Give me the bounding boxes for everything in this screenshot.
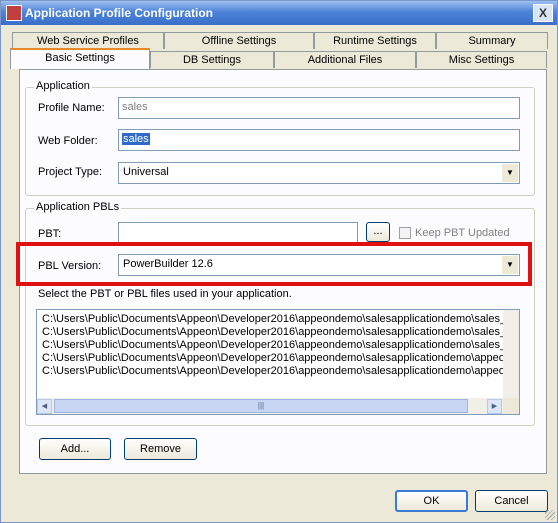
chevron-down-icon[interactable]: ▼ — [502, 164, 518, 182]
scroll-corner — [503, 398, 519, 414]
resize-grip-icon[interactable] — [545, 510, 555, 520]
list-item[interactable]: C:\Users\Public\Documents\Appeon\Develop… — [42, 313, 506, 325]
project-type-dropdown[interactable]: Universal ▼ — [118, 162, 520, 184]
keep-pbt-label: Keep PBT Updated — [415, 227, 510, 239]
scroll-thumb[interactable]: ||| — [54, 399, 468, 413]
pbt-label: PBT: — [38, 228, 62, 240]
web-folder-field[interactable]: sales — [118, 129, 520, 151]
highlight-box — [16, 242, 532, 286]
web-folder-label: Web Folder: — [38, 135, 98, 147]
horizontal-scrollbar[interactable]: ◀ ||| ▶ — [37, 398, 503, 414]
ok-button[interactable]: OK — [395, 490, 468, 512]
add-button[interactable]: Add... — [39, 438, 111, 460]
list-item[interactable]: C:\Users\Public\Documents\Appeon\Develop… — [42, 352, 505, 364]
keep-pbt-checkbox[interactable] — [399, 227, 411, 239]
tab-summary[interactable]: Summary — [436, 32, 548, 49]
dialog-window: Application Profile Configuration X Web … — [0, 0, 558, 523]
app-icon — [6, 5, 22, 21]
instruction-text: Select the PBT or PBL files used in your… — [38, 288, 292, 300]
profile-name-field[interactable]: sales — [118, 97, 520, 119]
list-item[interactable]: C:\Users\Public\Documents\Appeon\Develop… — [42, 365, 505, 377]
remove-button[interactable]: Remove — [124, 438, 197, 460]
tab-misc-settings[interactable]: Misc Settings — [416, 51, 547, 68]
tab-basic-settings[interactable]: Basic Settings — [10, 48, 150, 69]
scroll-left-icon[interactable]: ◀ — [37, 399, 52, 414]
title-bar[interactable]: Application Profile Configuration X — [1, 1, 557, 25]
project-type-value: Universal — [123, 166, 169, 178]
tab-web-service-profiles[interactable]: Web Service Profiles — [12, 32, 164, 49]
vertical-scrollbar[interactable] — [503, 310, 519, 398]
browse-button[interactable]: ... — [366, 222, 390, 242]
web-folder-value: sales — [122, 133, 150, 145]
application-group-label: Application — [34, 80, 92, 92]
scroll-right-icon[interactable]: ▶ — [487, 399, 502, 414]
project-type-label: Project Type: — [38, 166, 102, 178]
window-title: Application Profile Configuration — [25, 6, 213, 20]
list-item[interactable]: C:\Users\Public\Documents\Appeon\Develop… — [42, 339, 506, 351]
pbl-file-list[interactable]: C:\Users\Public\Documents\Appeon\Develop… — [36, 309, 520, 415]
tab-offline-settings[interactable]: Offline Settings — [164, 32, 314, 49]
tab-additional-files[interactable]: Additional Files — [274, 51, 416, 68]
cancel-button[interactable]: Cancel — [475, 490, 548, 512]
list-item[interactable]: C:\Users\Public\Documents\Appeon\Develop… — [42, 326, 506, 338]
close-icon[interactable]: X — [533, 4, 553, 22]
pbt-field[interactable] — [118, 222, 358, 244]
application-pbls-group-label: Application PBLs — [34, 201, 122, 213]
tab-runtime-settings[interactable]: Runtime Settings — [314, 32, 436, 49]
profile-name-label: Profile Name: — [38, 102, 105, 114]
tab-db-settings[interactable]: DB Settings — [150, 51, 274, 68]
